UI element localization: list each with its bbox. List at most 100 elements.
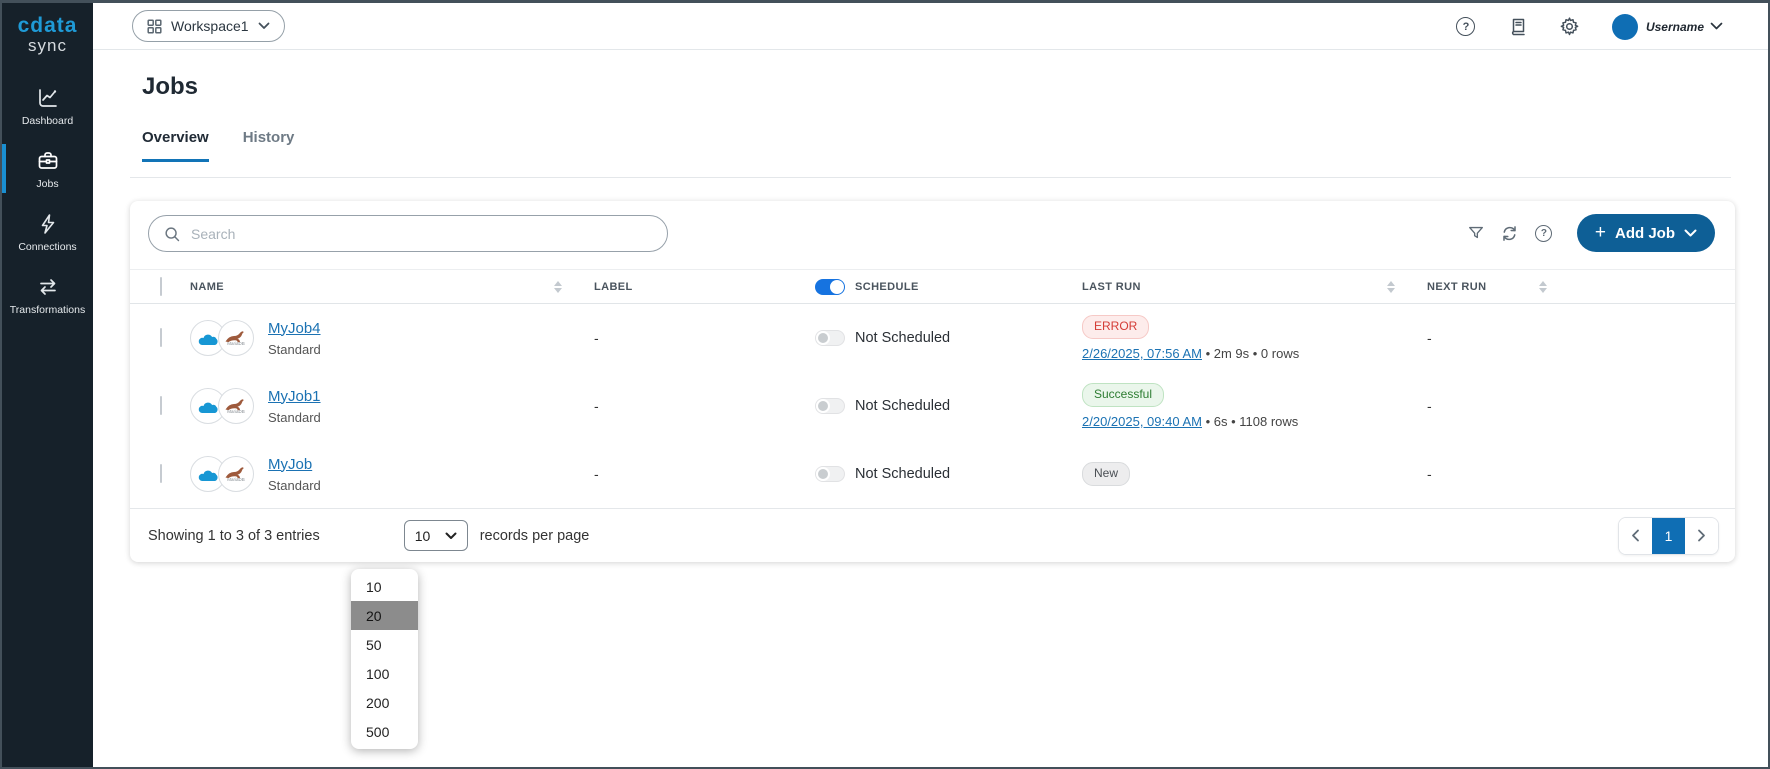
chevron-down-icon [258,22,270,30]
search-input[interactable] [191,226,653,242]
page-size-option[interactable]: 500 [351,717,418,746]
records-per-page-label: records per page [480,528,590,544]
column-label: LAST RUN [1082,281,1141,293]
table-header: NAME LABEL SCHEDULE LAST RUN NEXT RUN [130,269,1735,304]
connections-bolt-icon [36,212,60,236]
mariadb-label: MariaDB [227,478,245,483]
column-label: SCHEDULE [855,281,919,293]
table-row: MariaDB MyJob4 Standard - Not Scheduled [130,304,1735,372]
logo-cdata: cdata [18,15,78,37]
sidebar-item-dashboard[interactable]: Dashboard [2,77,93,134]
plus-icon: + [1595,223,1606,242]
last-run-link[interactable]: 2/20/2025, 09:40 AM [1082,414,1202,429]
help-icon: ? [1456,17,1475,36]
help-button[interactable]: ? [1448,9,1484,45]
schedule-state: Not Scheduled [855,466,950,482]
sidebar-item-connections[interactable]: Connections [2,203,93,260]
tabs-divider [130,177,1731,178]
sort-icon[interactable] [1539,281,1547,293]
page-size-option[interactable]: 200 [351,688,418,717]
schedule-toggle[interactable] [815,398,845,414]
label-cell: - [594,330,815,346]
column-label: NEXT RUN [1427,281,1486,293]
logo-sync: sync [18,37,78,55]
add-job-label: Add Job [1615,225,1675,242]
mariadb-label: MariaDB [227,342,245,347]
settings-gear-icon [1559,16,1580,37]
workspace-name: Workspace1 [171,18,249,34]
sidebar-item-jobs[interactable]: Jobs [2,140,93,197]
topbar: Workspace1 ? [93,3,1768,50]
next-page-button[interactable] [1685,518,1718,554]
jobs-briefcase-icon [36,149,60,173]
status-badge: Successful [1082,383,1164,407]
column-header-last-run: LAST RUN [1082,281,1427,293]
job-name-link[interactable]: MyJob4 [268,320,321,337]
table-row: MariaDB MyJob Standard - Not Scheduled [130,440,1735,508]
schedule-toggle[interactable] [815,330,845,346]
docs-button[interactable] [1500,9,1536,45]
username-label: Username [1646,20,1704,34]
column-header-next-run: NEXT RUN [1427,281,1719,293]
job-name-link[interactable]: MyJob [268,456,312,473]
last-run-meta: • 6s • 1108 rows [1202,414,1298,429]
table-body: MariaDB MyJob4 Standard - Not Scheduled [130,304,1735,508]
row-checkbox[interactable] [160,328,162,347]
page-size-option[interactable]: 50 [351,630,418,659]
schedule-master-toggle[interactable] [815,279,845,295]
row-checkbox[interactable] [160,396,162,415]
docs-book-icon [1508,17,1528,37]
filter-button[interactable] [1459,216,1493,250]
sidebar-item-label: Connections [18,241,76,253]
next-run-cell: - [1427,330,1719,346]
chevron-down-icon[interactable] [1710,22,1723,31]
label-cell: - [594,466,815,482]
page-size-select[interactable]: 10 [404,520,468,551]
prev-page-button[interactable] [1619,518,1652,554]
filter-funnel-icon [1467,224,1485,242]
main-content: Jobs Overview History [93,51,1768,767]
mariadb-icon: MariaDB [218,388,254,424]
toolbar-actions: ? + Add Job [1459,214,1715,252]
sidebar: cdata sync Dashboard [2,3,93,767]
tab-history[interactable]: History [243,129,295,162]
showing-entries-text: Showing 1 to 3 of 3 entries [148,528,320,544]
row-checkbox[interactable] [160,464,162,483]
workspace-grid-icon [147,19,162,34]
sidebar-item-transformations[interactable]: Transformations [2,266,93,323]
settings-button[interactable] [1552,9,1588,45]
refresh-button[interactable] [1493,216,1527,250]
page-size-option[interactable]: 100 [351,659,418,688]
status-badge: ERROR [1082,315,1149,339]
sort-icon[interactable] [554,281,562,293]
search-box [148,215,668,252]
page-number[interactable]: 1 [1652,518,1685,554]
sidebar-nav: Dashboard Jobs [2,77,93,323]
job-name-link[interactable]: MyJob1 [268,388,321,405]
tab-overview[interactable]: Overview [142,129,209,162]
sort-icon[interactable] [1387,281,1395,293]
help-icon: ? [1535,225,1552,242]
job-type: Standard [268,478,321,493]
next-run-cell: - [1427,398,1719,414]
app-window: cdata sync Dashboard [0,0,1770,769]
column-header-label: LABEL [594,281,815,293]
last-run-link[interactable]: 2/26/2025, 07:56 AM [1082,346,1202,361]
page-size-option[interactable]: 20 [351,601,418,630]
column-label: LABEL [594,281,633,293]
search-icon [163,225,181,243]
chevron-down-icon [1684,229,1697,238]
schedule-toggle[interactable] [815,466,845,482]
job-type: Standard [268,410,321,425]
connector-icons: MariaDB [190,320,254,356]
workspace-selector[interactable]: Workspace1 [132,10,285,42]
table-help-button[interactable]: ? [1527,216,1561,250]
page-size-option[interactable]: 10 [351,572,418,601]
mariadb-label: MariaDB [227,410,245,415]
user-avatar[interactable] [1612,14,1638,40]
dashboard-chart-icon [36,86,60,110]
add-job-button[interactable]: + Add Job [1577,214,1715,252]
select-all-checkbox[interactable] [160,277,162,296]
table-row: MariaDB MyJob1 Standard - Not Scheduled [130,372,1735,440]
page-size-dropdown: 10 20 50 100 200 500 [351,569,418,749]
